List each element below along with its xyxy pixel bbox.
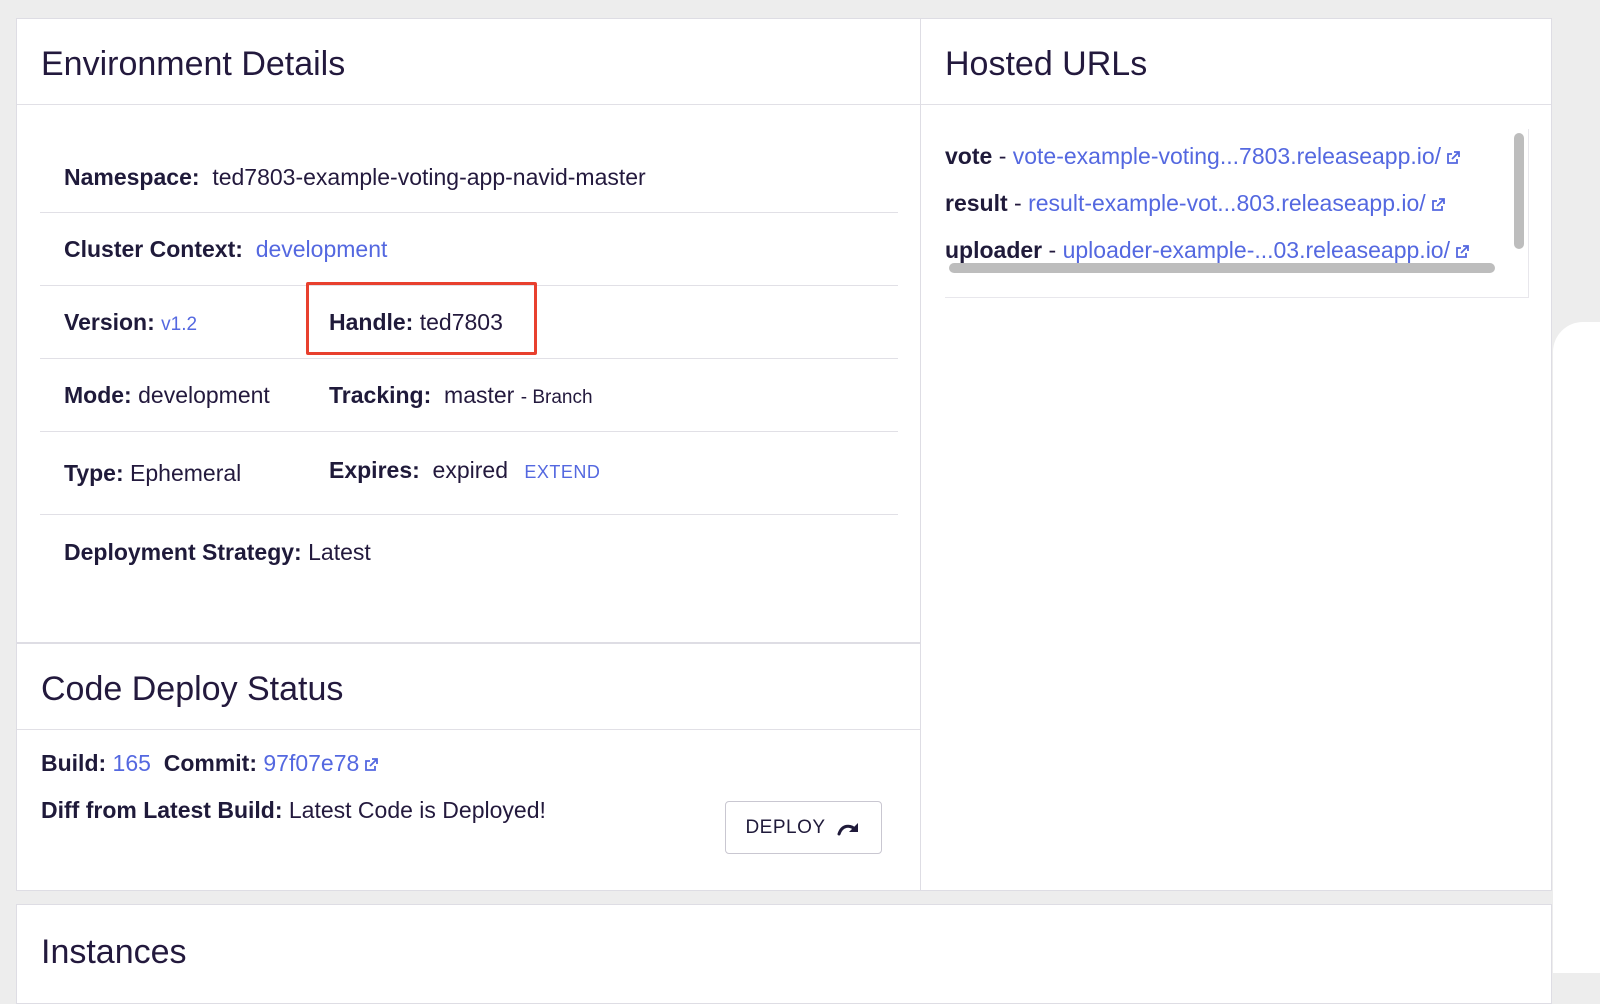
hosted-urls-card: Hosted URLs vote - vote-example-voting..…: [920, 18, 1552, 891]
hosted-url-text: vote-example-voting...7803.releaseapp.io…: [1012, 143, 1442, 169]
code-deploy-body: Build: 165 Commit: 97f07e78 Diff from La…: [41, 750, 546, 844]
type-row: Type: Ephemeral Expires: expired EXTEND: [40, 432, 898, 515]
tracking-value: master: [444, 382, 515, 408]
commit-label: Commit:: [163, 750, 257, 776]
namespace-value: ted7803-example-voting-app-navid-master: [212, 164, 646, 190]
list-item: uploader - uploader-example-...03.releas…: [945, 237, 1470, 264]
url-name: result: [945, 190, 1008, 216]
handle-highlight-box: [306, 282, 537, 355]
deployment-strategy-label: Deployment Strategy:: [64, 539, 302, 565]
cluster-context-link[interactable]: development: [256, 236, 388, 262]
redo-arrow-icon: [837, 822, 858, 835]
type-value: Ephemeral: [130, 460, 242, 486]
hosted-url-link[interactable]: uploader-example-...03.releaseapp.io/: [1063, 237, 1470, 263]
deploy-button[interactable]: DEPLOY: [725, 801, 882, 854]
cluster-context-label: Cluster Context:: [64, 236, 243, 262]
url-separator: -: [998, 143, 1007, 169]
build-label: Build:: [41, 750, 107, 776]
list-item: vote - vote-example-voting...7803.releas…: [945, 143, 1461, 170]
hosted-url-text: result-example-vot...803.releaseapp.io/: [1028, 190, 1426, 216]
instances-title: Instances: [41, 933, 187, 971]
hosted-urls-list[interactable]: vote - vote-example-voting...7803.releas…: [945, 129, 1529, 298]
mode-row: Mode: development Tracking: master - Bra…: [40, 359, 898, 432]
extend-button[interactable]: EXTEND: [524, 462, 600, 482]
tracking-label: Tracking:: [329, 382, 432, 408]
deploy-button-label: DEPLOY: [745, 816, 826, 838]
expires-label: Expires:: [329, 457, 420, 483]
right-edge-panel: [1553, 322, 1600, 973]
hosted-urls-title: Hosted URLs: [921, 19, 1551, 105]
external-link-icon: [1447, 151, 1460, 164]
type-label: Type:: [64, 460, 124, 486]
external-link-icon: [1456, 245, 1469, 258]
vertical-scrollbar[interactable]: [1514, 133, 1524, 249]
build-link[interactable]: 165: [113, 750, 151, 776]
diff-label: Diff from Latest Build:: [41, 797, 283, 823]
code-deploy-status-title: Code Deploy Status: [17, 644, 924, 730]
expires-value: expired: [432, 457, 508, 483]
namespace-row: Namespace: ted7803-example-voting-app-na…: [40, 106, 898, 213]
cluster-context-row: Cluster Context: development: [40, 213, 898, 286]
namespace-label: Namespace:: [64, 164, 200, 190]
list-item: result - result-example-vot...803.releas…: [945, 190, 1446, 217]
hosted-url-link[interactable]: vote-example-voting...7803.releaseapp.io…: [1013, 143, 1461, 169]
version-label: Version:: [64, 309, 155, 335]
url-separator: -: [1048, 237, 1057, 263]
horizontal-scrollbar[interactable]: [949, 263, 1495, 273]
instances-card: Instances: [16, 904, 1552, 1004]
version-link[interactable]: v1.2: [161, 314, 197, 335]
hosted-url-text: uploader-example-...03.releaseapp.io/: [1062, 237, 1450, 263]
url-name: uploader: [945, 237, 1043, 263]
tracking-suffix: - Branch: [520, 387, 593, 408]
mode-label: Mode:: [64, 382, 132, 408]
commit-hash: 97f07e78: [263, 750, 360, 776]
commit-link[interactable]: 97f07e78: [263, 750, 379, 776]
diff-line: Diff from Latest Build: Latest Code is D…: [41, 797, 546, 844]
external-link-icon: [1431, 198, 1445, 211]
external-link-icon: [365, 758, 379, 771]
deployment-strategy-value: Latest: [308, 539, 371, 565]
build-commit-line: Build: 165 Commit: 97f07e78: [41, 750, 546, 797]
environment-details-title: Environment Details: [17, 19, 924, 105]
hosted-url-link[interactable]: result-example-vot...803.releaseapp.io/: [1028, 190, 1446, 216]
mode-value: development: [138, 382, 270, 408]
diff-value: Latest Code is Deployed!: [288, 797, 546, 823]
url-separator: -: [1014, 190, 1022, 216]
url-name: vote: [945, 143, 993, 169]
deployment-strategy-row: Deployment Strategy: Latest: [40, 515, 898, 595]
